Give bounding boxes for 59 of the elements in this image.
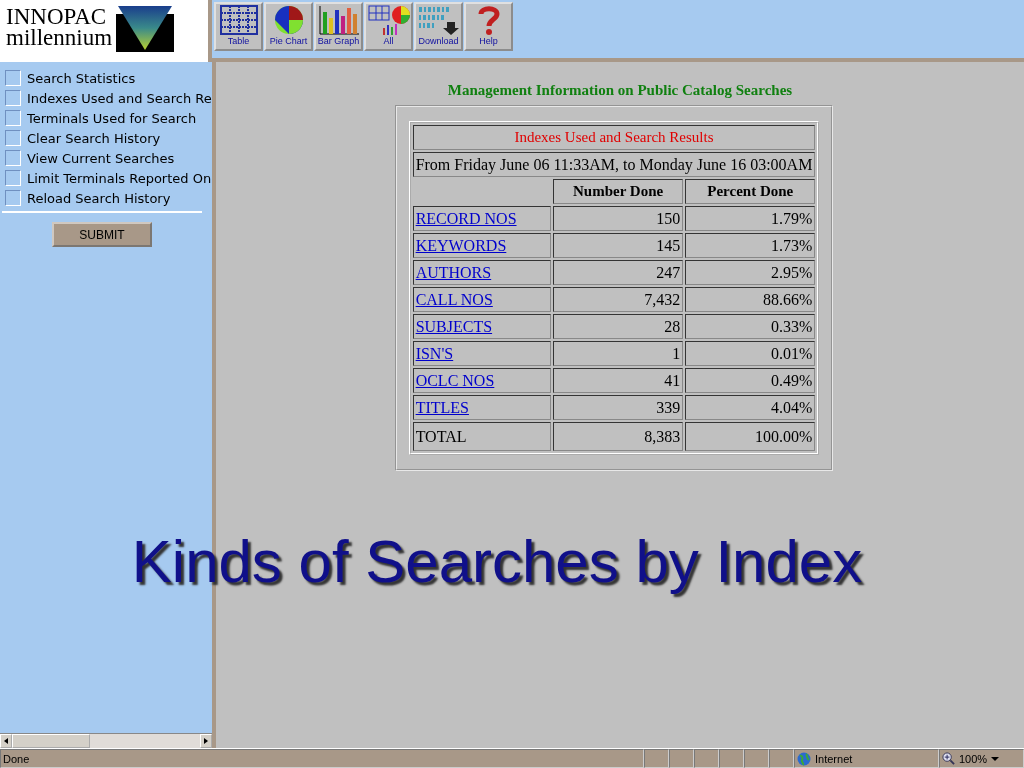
menu-option-label[interactable]: View Current Searches xyxy=(27,150,175,166)
table-title: Indexes Used and Search Results xyxy=(412,125,816,150)
table-cell: 1 xyxy=(553,341,684,366)
checkbox[interactable] xyxy=(5,70,21,86)
toolbar-button[interactable]: Table xyxy=(214,2,263,51)
table-cell: 0.33% xyxy=(685,314,816,339)
table-cell: 8,383 xyxy=(553,422,684,451)
checkbox[interactable] xyxy=(5,190,21,206)
globe-icon xyxy=(797,751,811,766)
table-cell: 4.04% xyxy=(685,395,816,420)
toolbar-button[interactable]: Pie Chart xyxy=(264,2,313,51)
toolbar-button[interactable]: Help xyxy=(464,2,513,51)
checkbox[interactable] xyxy=(5,150,21,166)
checkbox[interactable] xyxy=(5,130,21,146)
table-cell: 0.49% xyxy=(685,368,816,393)
table-cell: 247 xyxy=(553,260,684,285)
zone-label: Internet xyxy=(815,752,853,765)
toolbar-button[interactable]: Bar Graph xyxy=(314,2,363,51)
table-cell: 7,432 xyxy=(553,287,684,312)
checkbox[interactable] xyxy=(5,110,21,126)
report-heading: Management Information on Public Catalog Searches xyxy=(447,82,793,99)
table-cell: 150 xyxy=(553,206,684,231)
dropdown-arrow-icon xyxy=(991,756,1000,761)
menu-option-label[interactable]: Search Statistics xyxy=(27,70,136,86)
bar-chart-icon xyxy=(316,4,361,36)
table-cell: TOTAL xyxy=(412,422,552,451)
table-cell: 145 xyxy=(553,233,684,258)
logo-text: millennium xyxy=(6,27,113,48)
magnifier-icon xyxy=(942,752,955,765)
table-cell: 339 xyxy=(553,395,684,420)
table-cell: 28 xyxy=(553,314,684,339)
toolbar-button[interactable]: Download xyxy=(414,2,463,51)
table-cell: 0.01% xyxy=(685,341,816,366)
logo-text: INNOPAC xyxy=(6,6,108,27)
column-header: Percent Done xyxy=(685,179,816,204)
checkbox[interactable] xyxy=(5,170,21,186)
date-range: From Friday June 06 11:33AM, to Monday June 16 03:00AM xyxy=(412,152,816,177)
table-cell: 1.73% xyxy=(685,233,816,258)
menu-option-label[interactable]: Limit Terminals Reported On xyxy=(27,170,212,186)
checkbox[interactable] xyxy=(5,90,21,106)
submit-button[interactable]: SUBMIT xyxy=(52,222,152,247)
menu-option-label[interactable]: Indexes Used and Search Re xyxy=(27,90,212,106)
chart-collection-icon xyxy=(366,4,411,36)
horizontal-scrollbar[interactable] xyxy=(0,733,212,748)
zoom-control[interactable]: 100% xyxy=(939,749,1024,768)
table-cell: 1.79% xyxy=(685,206,816,231)
column-header: Number Done xyxy=(553,179,684,204)
menu-option-label[interactable]: Clear Search History xyxy=(27,130,161,146)
table-cell: 100.00% xyxy=(685,422,816,451)
menu-option-label[interactable]: Terminals Used for Search xyxy=(27,110,197,126)
scroll-left-icon xyxy=(4,738,8,744)
table-cell: 41 xyxy=(553,368,684,393)
table-cell: 2.95% xyxy=(685,260,816,285)
table-cell: 88.66% xyxy=(685,287,816,312)
scroll-right-icon xyxy=(204,738,208,744)
toolbar-button[interactable]: All xyxy=(364,2,413,51)
menu-option-label[interactable]: Reload Search History xyxy=(27,190,171,206)
status-text: Done xyxy=(0,749,644,768)
data-download-icon xyxy=(416,4,461,36)
